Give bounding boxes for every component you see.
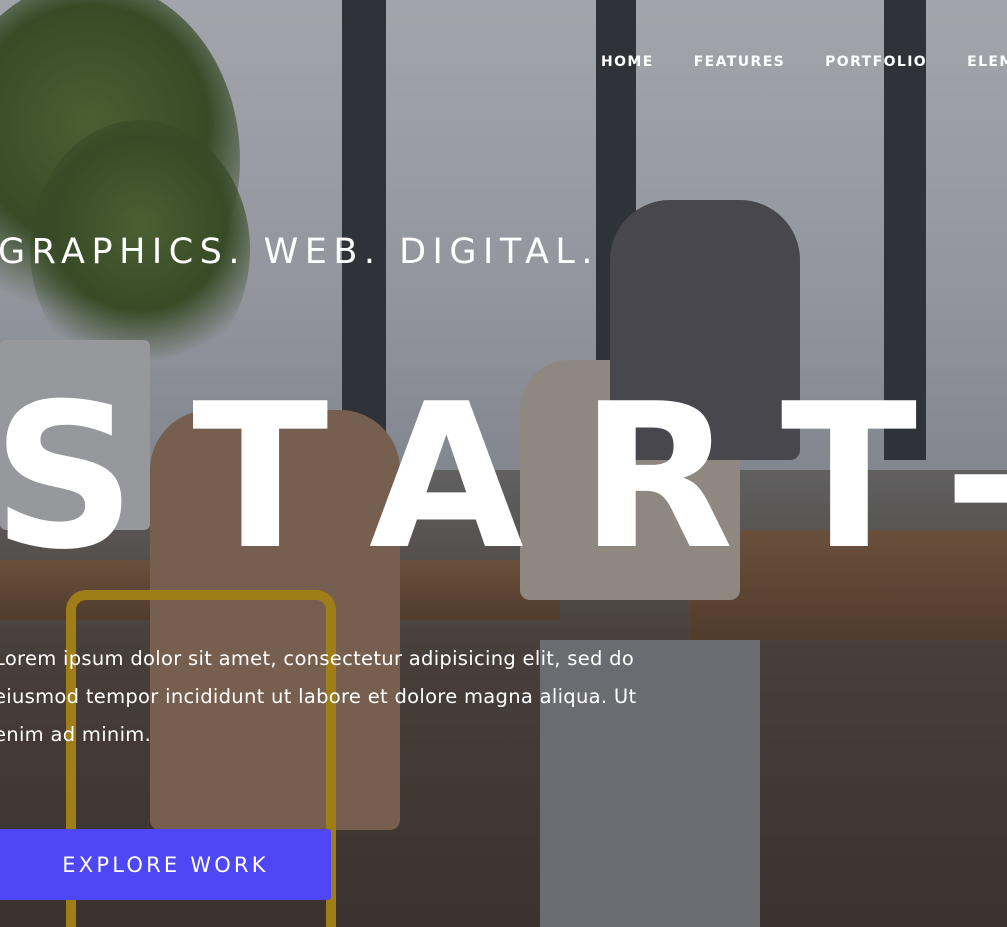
- nav-item-home[interactable]: HOME: [601, 54, 654, 70]
- hero-title: START-UP: [0, 361, 1007, 594]
- nav-item-features[interactable]: FEATURES: [694, 54, 785, 70]
- explore-work-button[interactable]: EXPLORE WORK: [0, 829, 331, 900]
- nav-item-elements[interactable]: ELEMENTS: [967, 54, 1007, 70]
- nav-item-portfolio[interactable]: PORTFOLIO: [825, 54, 927, 70]
- hero-lead-text: Lorem ipsum dolor sit amet, consectetur …: [0, 646, 637, 746]
- hero-kicker: GRAPHICS. WEB. DIGITAL.: [0, 232, 600, 272]
- main-nav: HOME FEATURES PORTFOLIO ELEMENTS: [601, 54, 1007, 70]
- hero-section: HOME FEATURES PORTFOLIO ELEMENTS GRAPHIC…: [0, 0, 1007, 927]
